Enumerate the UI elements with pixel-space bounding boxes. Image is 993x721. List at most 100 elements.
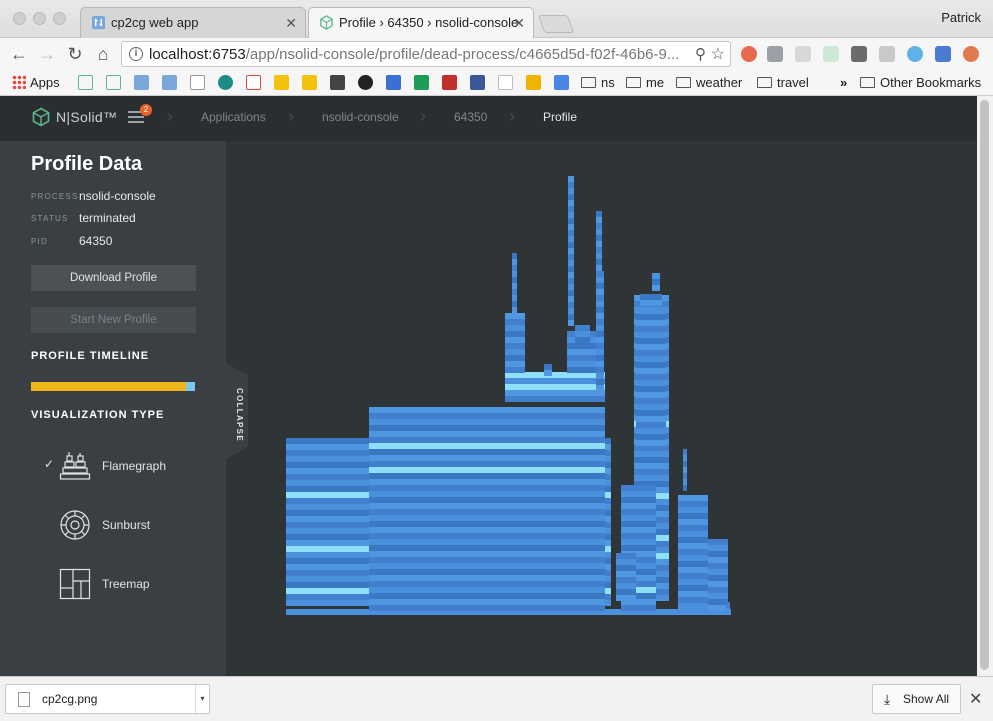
flamegraph-frame[interactable] xyxy=(683,455,687,461)
flamegraph-frame[interactable] xyxy=(652,285,660,291)
flamegraph-frame[interactable] xyxy=(634,475,669,481)
flamegraph-chart[interactable] xyxy=(226,141,977,676)
flamegraph-frame[interactable] xyxy=(596,289,604,295)
browser-tab-cp2cg[interactable]: cp2cg web app ✕ xyxy=(80,7,306,38)
home-icon[interactable]: ⌂ xyxy=(92,43,114,65)
flamegraph-frame[interactable] xyxy=(636,380,666,386)
flamegraph-frame[interactable] xyxy=(621,515,656,521)
flamegraph-frame[interactable] xyxy=(568,320,574,326)
flamegraph-frame[interactable] xyxy=(708,545,728,551)
flamegraph-frame[interactable] xyxy=(568,266,574,272)
flamegraph-frame[interactable] xyxy=(369,479,605,485)
flamegraph-frame[interactable] xyxy=(596,247,602,253)
flamegraph-frame[interactable] xyxy=(369,485,605,491)
flamegraph-frame[interactable] xyxy=(708,557,728,563)
bookmark-keep-icon[interactable] xyxy=(274,75,289,90)
flamegraph-frame[interactable] xyxy=(505,331,525,337)
bookmark-apps[interactable]: Apps xyxy=(12,74,60,92)
flamegraph-frame[interactable] xyxy=(568,302,574,308)
bookmark-page-icon[interactable] xyxy=(190,75,205,90)
flamegraph-frame[interactable] xyxy=(505,319,525,325)
flamegraph-frame[interactable] xyxy=(621,539,656,545)
window-minimize-button[interactable] xyxy=(33,12,46,25)
flamegraph-frame[interactable] xyxy=(369,455,605,461)
flamegraph-frame[interactable] xyxy=(634,457,669,463)
flamegraph-frame[interactable] xyxy=(568,176,574,182)
flamegraph-frame[interactable] xyxy=(616,559,636,565)
flamegraph-frame[interactable] xyxy=(505,355,525,361)
bookmark-cp2cg-icon[interactable] xyxy=(162,75,177,90)
flamegraph-frame[interactable] xyxy=(568,218,574,224)
flamegraph-frame[interactable] xyxy=(636,374,666,380)
flamegraph-frame[interactable] xyxy=(575,325,590,331)
flamegraph-frame[interactable] xyxy=(616,565,636,571)
flamegraph-frame[interactable] xyxy=(708,539,728,545)
flamegraph-frame[interactable] xyxy=(640,294,662,300)
flamegraph-frame[interactable] xyxy=(616,583,636,589)
flamegraph-frame[interactable] xyxy=(621,491,656,497)
extension-adblock-icon[interactable] xyxy=(741,46,757,62)
flamegraph-frame[interactable] xyxy=(596,253,602,259)
reload-icon[interactable]: ↻ xyxy=(64,43,86,65)
flamegraph-frame[interactable] xyxy=(636,434,666,440)
url-text[interactable]: localhost:6753/app/nsolid-console/profil… xyxy=(149,46,689,63)
flamegraph-frame[interactable] xyxy=(636,386,666,392)
forward-arrow-icon[interactable]: → xyxy=(36,43,58,65)
bookmark-cp2cg-icon[interactable] xyxy=(134,75,149,90)
flamegraph-frame[interactable] xyxy=(708,587,728,593)
flamegraph-frame[interactable] xyxy=(621,503,656,509)
flamegraph-frame[interactable] xyxy=(568,296,574,302)
flamegraph-frame[interactable] xyxy=(616,553,636,559)
flamegraph-frame[interactable] xyxy=(596,295,604,301)
page-scrollbar[interactable] xyxy=(977,96,993,676)
flamegraph-frame[interactable] xyxy=(369,449,605,455)
bookmark-box-icon[interactable] xyxy=(526,75,541,90)
flamegraph-frame[interactable] xyxy=(596,265,602,271)
flamegraph-frame[interactable] xyxy=(505,349,525,355)
flamegraph-frame[interactable] xyxy=(636,362,666,368)
flamegraph-frame[interactable] xyxy=(621,497,656,503)
flamegraph-frame[interactable] xyxy=(678,543,708,549)
flamegraph-frame[interactable] xyxy=(596,331,604,337)
bookmark-folder-me[interactable]: me xyxy=(626,74,664,92)
flamegraph-frame[interactable] xyxy=(369,605,605,611)
new-tab-button[interactable] xyxy=(537,15,575,33)
flamegraph-frame[interactable] xyxy=(568,230,574,236)
flamegraph-frame[interactable] xyxy=(634,463,669,469)
flamegraph-frame[interactable] xyxy=(505,337,525,343)
flamegraph-frame[interactable] xyxy=(596,259,602,265)
flamegraph-frame[interactable] xyxy=(505,313,525,319)
bookmarks-overflow-button[interactable]: » xyxy=(840,74,847,92)
close-icon[interactable]: ✕ xyxy=(285,8,297,38)
flamegraph-frame[interactable] xyxy=(369,581,605,587)
site-info-icon[interactable]: i xyxy=(129,47,143,61)
flamegraph-frame[interactable] xyxy=(596,307,604,313)
flamegraph-frame[interactable] xyxy=(369,413,605,419)
nsolid-logo-text[interactable]: N|Solid™ xyxy=(56,109,117,125)
flamegraph-frame[interactable] xyxy=(596,361,604,367)
flamegraph-frame[interactable] xyxy=(616,577,636,583)
close-icon[interactable]: ✕ xyxy=(513,8,525,38)
flamegraph-frame[interactable] xyxy=(636,308,666,314)
flamegraph-frame[interactable] xyxy=(596,325,604,331)
bookmark-folder-ns[interactable]: ns xyxy=(581,74,615,92)
extension-tabs-icon[interactable] xyxy=(851,46,867,62)
flamegraph-frame[interactable] xyxy=(369,533,605,539)
flamegraph-frame[interactable] xyxy=(596,313,604,319)
flamegraph-frame[interactable] xyxy=(596,319,604,325)
flamegraph-frame[interactable] xyxy=(636,350,666,356)
flamegraph-frame[interactable] xyxy=(636,416,666,422)
flamegraph-frame[interactable] xyxy=(369,587,605,593)
flamegraph-frame[interactable] xyxy=(512,307,517,313)
back-arrow-icon[interactable]: ← xyxy=(8,43,30,65)
flamegraph-frame[interactable] xyxy=(621,533,656,539)
flamegraph-frame[interactable] xyxy=(596,223,602,229)
flamegraph-frame[interactable] xyxy=(678,579,708,585)
flamegraph-frame[interactable] xyxy=(683,461,687,467)
flamegraph-frame[interactable] xyxy=(596,367,604,373)
download-item[interactable]: cp2cg.png ▾ xyxy=(5,684,210,714)
flamegraph-frame[interactable] xyxy=(708,599,728,605)
flamegraph-frame[interactable] xyxy=(512,277,517,283)
bookmark-folder-weather[interactable]: weather xyxy=(676,74,742,92)
flamegraph-frame[interactable] xyxy=(544,370,552,376)
